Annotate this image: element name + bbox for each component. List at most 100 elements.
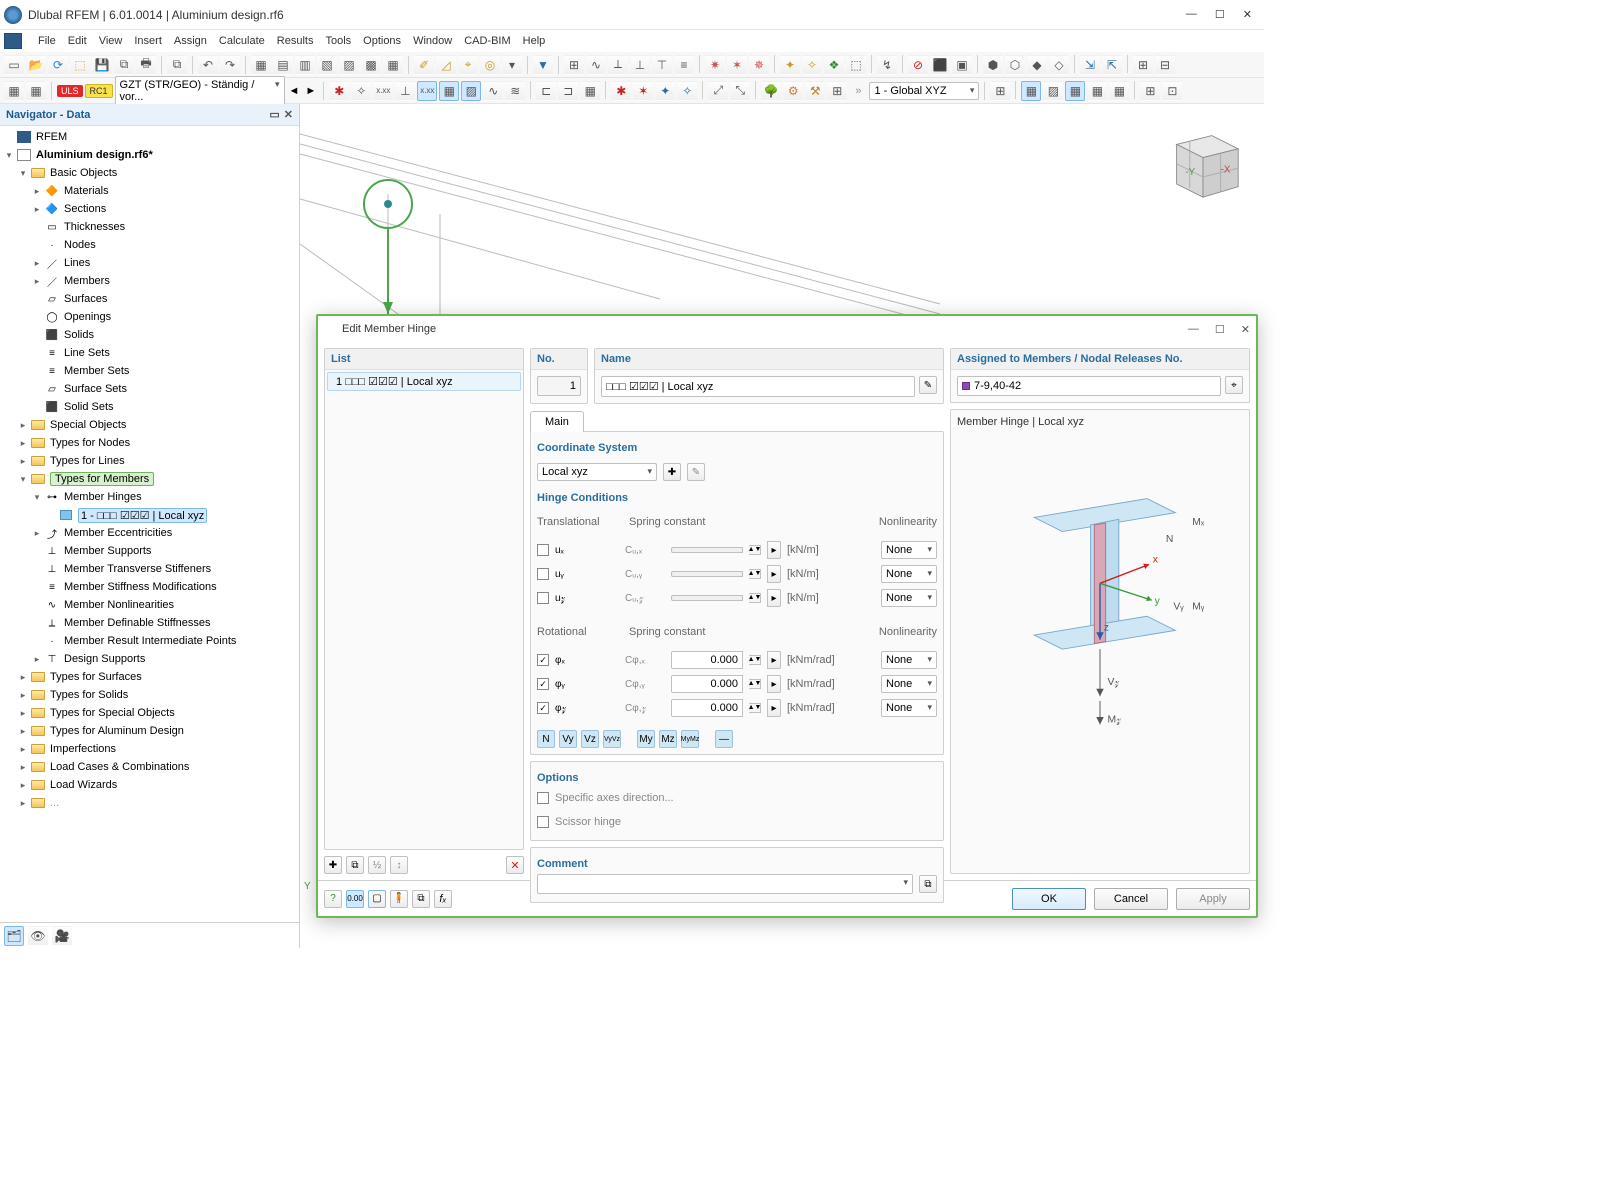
- cond-value[interactable]: 0.000: [671, 651, 743, 669]
- preset-n-icon[interactable]: N: [537, 730, 555, 748]
- tb2-q-icon[interactable]: ✧: [677, 81, 697, 101]
- tree-item[interactable]: ▸Imperfections: [2, 740, 299, 758]
- loadcase-uls-badge[interactable]: ULS: [57, 85, 83, 97]
- cond-spin[interactable]: ▲▼: [749, 679, 761, 689]
- tb2-c-icon[interactable]: ✱: [329, 81, 349, 101]
- tree-item[interactable]: ∿Member Nonlinearities: [2, 596, 299, 614]
- menu-results[interactable]: Results: [277, 35, 314, 47]
- list-copy-icon[interactable]: ⧉: [346, 856, 364, 874]
- tb2-ae-icon[interactable]: ⊡: [1162, 81, 1182, 101]
- tb-new-icon[interactable]: ▭: [4, 55, 24, 75]
- tb-grid5-icon[interactable]: ▨: [339, 55, 359, 75]
- tree-item[interactable]: ▾Basic Objects: [2, 164, 299, 182]
- tree-item[interactable]: ▸Types for Aluminum Design: [2, 722, 299, 740]
- loadcase-combo[interactable]: GZT (STR/GEO) - Ständig / vor...: [115, 76, 285, 106]
- preset-vz-icon[interactable]: Vz: [581, 730, 599, 748]
- cond-value[interactable]: 0.000: [671, 699, 743, 717]
- dialog-maximize-icon[interactable]: ☐: [1215, 323, 1225, 336]
- tree-item[interactable]: ⊥Member Supports: [2, 542, 299, 560]
- tree-item[interactable]: ▸Load Wizards: [2, 776, 299, 794]
- preset-mymz-icon[interactable]: MyMz: [681, 730, 699, 748]
- tree-item[interactable]: ▸Load Cases & Combinations: [2, 758, 299, 776]
- tree-item[interactable]: ▭Thicknesses: [2, 218, 299, 236]
- tree-item[interactable]: ▾Aluminium design.rf6*: [2, 146, 299, 164]
- tb-grid2-icon[interactable]: ▤: [273, 55, 293, 75]
- tb-filter-icon[interactable]: ▼: [533, 55, 553, 75]
- tb-d-icon[interactable]: ⊥: [630, 55, 650, 75]
- tb-r-icon[interactable]: ⬢: [983, 55, 1003, 75]
- next-lc-icon[interactable]: ►: [303, 85, 318, 97]
- tree-item[interactable]: ▾⊶Member Hinges: [2, 488, 299, 506]
- navigator-tree[interactable]: RFEM▾Aluminium design.rf6*▾Basic Objects…: [0, 126, 299, 922]
- tb-t-icon[interactable]: ◆: [1027, 55, 1047, 75]
- maximize-button[interactable]: ☐: [1215, 8, 1225, 21]
- tb-s-icon[interactable]: ⬡: [1005, 55, 1025, 75]
- preset-vy-icon[interactable]: Vy: [559, 730, 577, 748]
- list-new-icon[interactable]: ✚: [324, 856, 342, 874]
- tb-angle-icon[interactable]: ◿: [436, 55, 456, 75]
- tree-item[interactable]: ▸Types for Solids: [2, 686, 299, 704]
- tb2-e-icon[interactable]: ⊥: [395, 81, 415, 101]
- tb-more-icon[interactable]: ▾: [502, 55, 522, 75]
- tb-grid3-icon[interactable]: ▥: [295, 55, 315, 75]
- dlg-fx-icon[interactable]: fₓ: [434, 890, 452, 908]
- tree-item[interactable]: ▱Surfaces: [2, 290, 299, 308]
- tb2-aa-icon[interactable]: ▦: [1065, 81, 1085, 101]
- coordsys-select[interactable]: Local xyz: [537, 463, 657, 481]
- close-button[interactable]: ✕: [1243, 8, 1252, 21]
- nav-tab-views-icon[interactable]: 🎥: [52, 926, 72, 946]
- tb2-m-icon[interactable]: ▦: [580, 81, 600, 101]
- tb2-u-icon[interactable]: ⚙: [783, 81, 803, 101]
- tree-item[interactable]: ▸Types for Surfaces: [2, 668, 299, 686]
- tb2-d-icon[interactable]: ✧: [351, 81, 371, 101]
- tb2-s-icon[interactable]: ⤡: [730, 81, 750, 101]
- tb2-z-icon[interactable]: ▨: [1043, 81, 1063, 101]
- tree-item[interactable]: ◯Openings: [2, 308, 299, 326]
- tb-y-icon[interactable]: ⊟: [1155, 55, 1175, 75]
- preset-clear-icon[interactable]: —: [715, 730, 733, 748]
- tb-g-icon[interactable]: ✷: [705, 55, 725, 75]
- menu-tools[interactable]: Tools: [325, 35, 351, 47]
- navigator-close-icon[interactable]: ✕: [284, 108, 293, 121]
- comment-pick-icon[interactable]: ⧉: [919, 875, 937, 893]
- apply-button[interactable]: Apply: [1176, 888, 1250, 910]
- coord-system-combo[interactable]: 1 - Global XYZ: [869, 82, 979, 100]
- dlg-color-icon[interactable]: ▢: [368, 890, 386, 908]
- tb2-x-icon[interactable]: ⊞: [990, 81, 1010, 101]
- cond-nonlin[interactable]: None: [881, 565, 937, 583]
- tree-item[interactable]: ▸Types for Lines: [2, 452, 299, 470]
- cond-value[interactable]: 0.000: [671, 675, 743, 693]
- tb-i-icon[interactable]: ✵: [749, 55, 769, 75]
- cond-check[interactable]: [537, 544, 549, 556]
- tree-item[interactable]: ▸Types for Nodes: [2, 434, 299, 452]
- tree-item-types-members[interactable]: ▾Types for Members: [2, 470, 299, 488]
- tree-item[interactable]: ▸／Lines: [2, 254, 299, 272]
- menu-help[interactable]: Help: [523, 35, 546, 47]
- tree-item[interactable]: ▸⤴Member Eccentricities: [2, 524, 299, 542]
- menu-view[interactable]: View: [99, 35, 123, 47]
- cond-check[interactable]: ✓: [537, 702, 549, 714]
- tb-u-icon[interactable]: ◇: [1049, 55, 1069, 75]
- menu-calc[interactable]: Calculate: [219, 35, 265, 47]
- tb-n-icon[interactable]: ↯: [877, 55, 897, 75]
- dlg-mirror-icon[interactable]: ⧉: [412, 890, 430, 908]
- tb-x-icon[interactable]: ⊞: [1133, 55, 1153, 75]
- cond-nonlin[interactable]: None: [881, 675, 937, 693]
- dlg-help-icon[interactable]: ?: [324, 890, 342, 908]
- dialog-close-icon[interactable]: ✕: [1241, 323, 1250, 336]
- cond-spin[interactable]: ▲▼: [749, 655, 761, 665]
- tb2-ab-icon[interactable]: ▦: [1087, 81, 1107, 101]
- tb-j-icon[interactable]: ✦: [780, 55, 800, 75]
- menu-edit[interactable]: Edit: [68, 35, 87, 47]
- tb-b-icon[interactable]: ∿: [586, 55, 606, 75]
- dlg-units-icon[interactable]: 0.00: [346, 890, 364, 908]
- tb2-l-icon[interactable]: ⊐: [558, 81, 578, 101]
- tree-item[interactable]: ▸🔷Sections: [2, 200, 299, 218]
- tb2-dim-icon[interactable]: x.xx: [373, 81, 393, 101]
- tree-item-hinge-1[interactable]: 1 - □□□ ☑☑☑ | Local xyz: [2, 506, 299, 524]
- tb2-y-icon[interactable]: ▦: [1021, 81, 1041, 101]
- tb-p-icon[interactable]: ⬛: [930, 55, 950, 75]
- opt-scissor-check[interactable]: [537, 816, 549, 828]
- tb2-f-icon[interactable]: x.xx: [417, 81, 437, 101]
- cond-check[interactable]: [537, 568, 549, 580]
